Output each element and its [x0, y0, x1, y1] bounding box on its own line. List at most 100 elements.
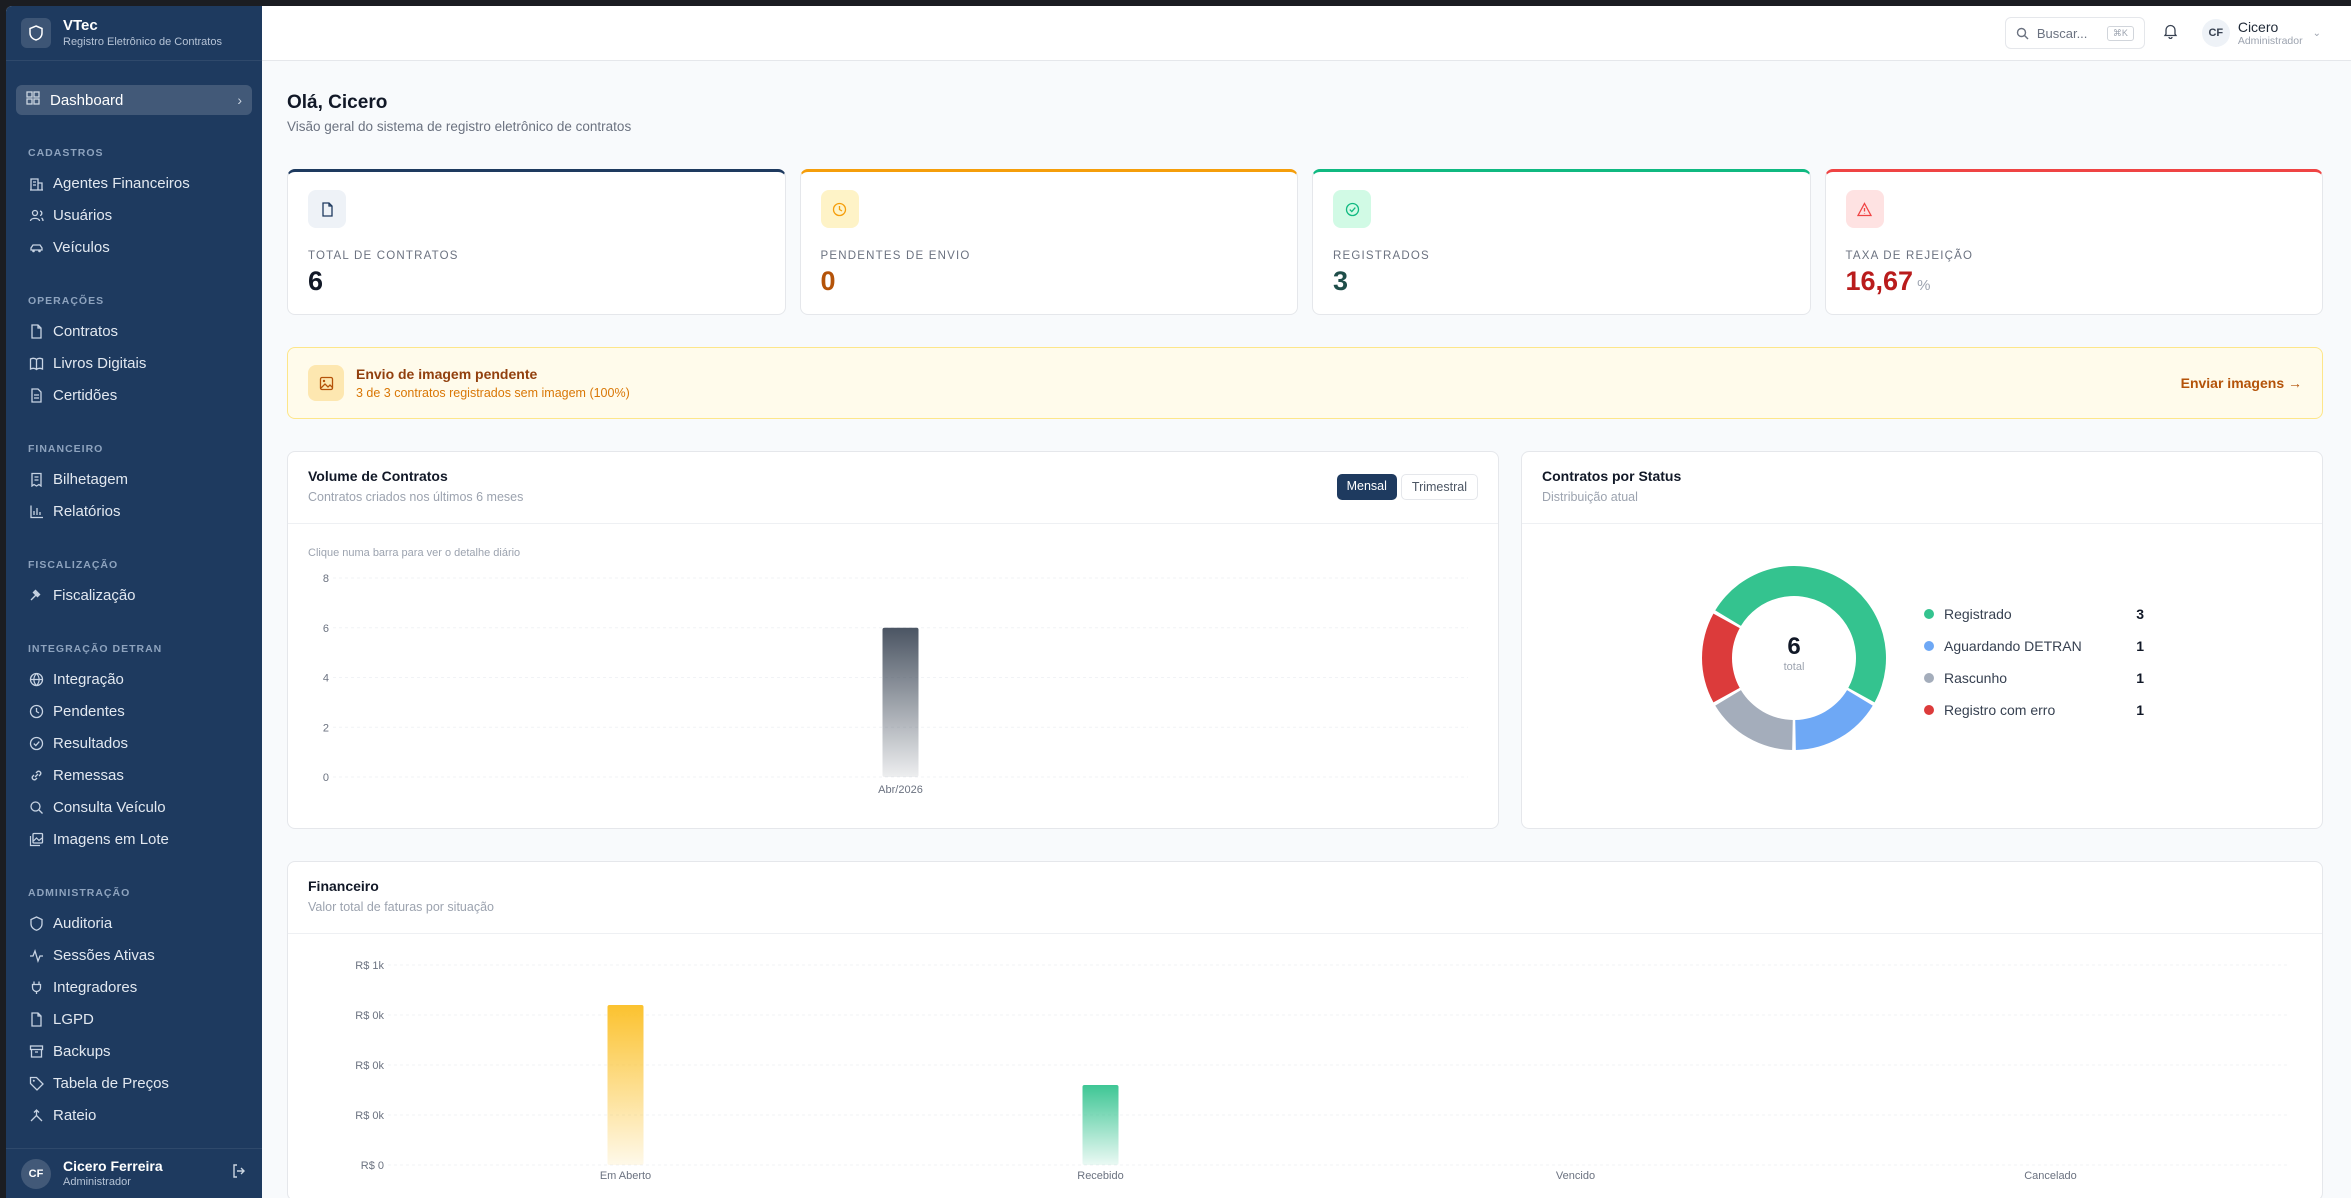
stat-card: PENDENTES DE ENVIO 0 — [799, 169, 1298, 315]
sidebar-item-backups[interactable]: Backups — [16, 1035, 252, 1067]
sidebar-item-label: LGPD — [53, 1010, 94, 1028]
shield-icon — [28, 915, 44, 931]
sidebar-item-imagens-em-lote[interactable]: Imagens em Lote — [16, 823, 252, 855]
sidebar-item-label: Imagens em Lote — [53, 830, 169, 848]
donut-center: 6 total — [1754, 633, 1834, 673]
stat-card: REGISTRADOS 3 — [1312, 169, 1811, 315]
file-icon — [28, 1011, 44, 1027]
sidebar-item-veiculos[interactable]: Veículos — [16, 231, 252, 263]
legend-swatch — [1924, 705, 1934, 715]
sidebar-item-fiscalizacao[interactable]: Fiscalização — [16, 579, 252, 611]
sidebar-item-tabela-de-precos[interactable]: Tabela de Preços — [16, 1067, 252, 1099]
donut-slice — [1702, 613, 1740, 703]
donut-slice — [1715, 690, 1793, 750]
alert-triangle-icon — [1845, 190, 1884, 228]
legend-item: Aguardando DETRAN 1 — [1924, 630, 2144, 662]
logout-icon[interactable] — [231, 1163, 247, 1184]
card-title: Volume de Contratos — [308, 468, 448, 484]
sidebar-item-label: Backups — [53, 1042, 111, 1060]
stat-value: 0 — [821, 266, 1278, 297]
x-tick-label: Recebido — [1077, 1170, 1123, 1182]
sidebar-nav: Dashboard › CADASTROS Agentes Financeiros… — [6, 61, 262, 1148]
sidebar-item-label: Tabela de Preços — [53, 1074, 169, 1092]
stat-unit: % — [1917, 277, 1931, 294]
sidebar-item-label: Relatórios — [53, 502, 121, 520]
bar — [1082, 1085, 1119, 1165]
sidebar-item-label: Auditoria — [53, 914, 113, 932]
sidebar-section-title: ADMINISTRAÇÃO — [28, 887, 131, 899]
sidebar-item-label: Pendentes — [53, 702, 125, 720]
charts-row: Volume de Contratos Contratos criados no… — [287, 451, 2323, 829]
app-window: VTec Registro Eletrônico de Contratos Da… — [6, 6, 2351, 1198]
brand-subtitle: Registro Eletrônico de Contratos — [63, 36, 222, 48]
search-placeholder: Buscar... — [2036, 25, 2088, 41]
sidebar-item-auditoria[interactable]: Auditoria — [16, 907, 252, 939]
legend-label: Aguardando DETRAN — [1944, 638, 2082, 654]
sidebar-item-relatorios[interactable]: Relatórios — [16, 495, 252, 527]
split-icon — [28, 1107, 44, 1123]
receipt-icon — [28, 471, 44, 487]
sidebar-item-dashboard[interactable]: Dashboard › — [16, 85, 252, 115]
x-tick-label: Em Aberto — [600, 1170, 651, 1182]
sidebar-item-sessoes-ativas[interactable]: Sessões Ativas — [16, 939, 252, 971]
y-tick-label: 4 — [323, 673, 329, 685]
legend-item: Registrado 3 — [1924, 598, 2144, 630]
sidebar-item-integracao[interactable]: Integração — [16, 663, 252, 695]
sidebar-item-label: Integração — [53, 670, 124, 688]
sidebar-item-label: Bilhetagem — [53, 470, 129, 488]
bell-icon[interactable] — [2163, 23, 2178, 44]
clock-icon — [820, 190, 859, 228]
stat-card: TAXA DE REJEIÇÃO 16,67% — [1824, 169, 2323, 315]
sidebar-item-agentes-financeiros[interactable]: Agentes Financeiros — [16, 167, 252, 199]
avatar: CF — [2201, 19, 2230, 47]
brand[interactable]: VTec Registro Eletrônico de Contratos — [6, 6, 262, 61]
stat-number: 0 — [820, 266, 836, 296]
sidebar-item-pendentes[interactable]: Pendentes — [16, 695, 252, 727]
toggle-monthly[interactable]: Mensal — [1336, 474, 1397, 500]
sidebar-item-resultados[interactable]: Resultados — [16, 727, 252, 759]
card-header: Volume de Contratos Contratos criados no… — [288, 452, 1498, 524]
sidebar-section-title: CADASTROS — [28, 147, 104, 159]
legend-item: Rascunho 1 — [1924, 662, 2144, 694]
stat-number: 16,67 — [1845, 266, 1914, 296]
search-input[interactable]: Buscar... ⌘K — [2004, 17, 2145, 49]
y-tick-label: 6 — [323, 623, 329, 635]
user-menu[interactable]: CF Cicero Administrador ⌄ — [2201, 19, 2321, 48]
legend-swatch — [1924, 641, 1934, 651]
x-tick-label: Abr/2026 — [878, 784, 923, 796]
user-role: Administrador — [2237, 34, 2303, 47]
sidebar: VTec Registro Eletrônico de Contratos Da… — [6, 6, 262, 1198]
dashboard-content: Olá, Cicero Visão geral do sistema de re… — [287, 61, 2323, 1198]
stat-label: PENDENTES DE ENVIO — [820, 250, 971, 262]
sidebar-item-remessas[interactable]: Remessas — [16, 759, 252, 791]
sidebar-item-contratos[interactable]: Contratos — [16, 315, 252, 347]
sidebar-item-certidoes[interactable]: Certidões — [16, 379, 252, 411]
link-icon — [28, 767, 44, 783]
sidebar-item-label: Remessas — [53, 766, 124, 784]
sidebar-item-label: Usuários — [53, 206, 113, 224]
sidebar-item-usuarios[interactable]: Usuários — [16, 199, 252, 231]
y-tick-label: 2 — [323, 722, 329, 734]
sidebar-item-consulta-veiculo[interactable]: Consulta Veículo — [16, 791, 252, 823]
sidebar-item-lgpd[interactable]: LGPD — [16, 1003, 252, 1035]
sidebar-item-rateio[interactable]: Rateio — [16, 1099, 252, 1131]
toggle-quarterly[interactable]: Trimestral — [1400, 474, 1478, 500]
stat-number: 6 — [308, 266, 324, 296]
sidebar-item-livros-digitais[interactable]: Livros Digitais — [16, 347, 252, 379]
finance-card: Financeiro Valor total de faturas por si… — [287, 861, 2323, 1198]
users-icon — [28, 207, 44, 223]
legend-swatch — [1924, 673, 1934, 683]
stat-value: 16,67% — [1846, 266, 2303, 297]
user-name: Cicero Ferreira — [63, 1158, 163, 1174]
banner-subtitle: 3 de 3 contratos registrados sem imagem … — [356, 386, 630, 400]
banner-title: Envio de imagem pendente — [356, 366, 538, 382]
bar — [607, 1005, 644, 1165]
send-images-link[interactable]: Enviar imagens → — [2181, 375, 2302, 391]
status-card: Contratos por Status Distribuição atual … — [1521, 451, 2323, 829]
sidebar-item-bilhetagem[interactable]: Bilhetagem — [16, 463, 252, 495]
images-icon — [28, 831, 44, 847]
y-tick-label: R$ 0k — [355, 1110, 384, 1122]
sidebar-section-title: OPERAÇÕES — [28, 295, 105, 307]
finance-chart: R$ 0 R$ 0k R$ 0k R$ 0k R$ 1k Em Aberto Recebid… — [355, 960, 2288, 1182]
sidebar-item-integradores[interactable]: Integradores — [16, 971, 252, 1003]
